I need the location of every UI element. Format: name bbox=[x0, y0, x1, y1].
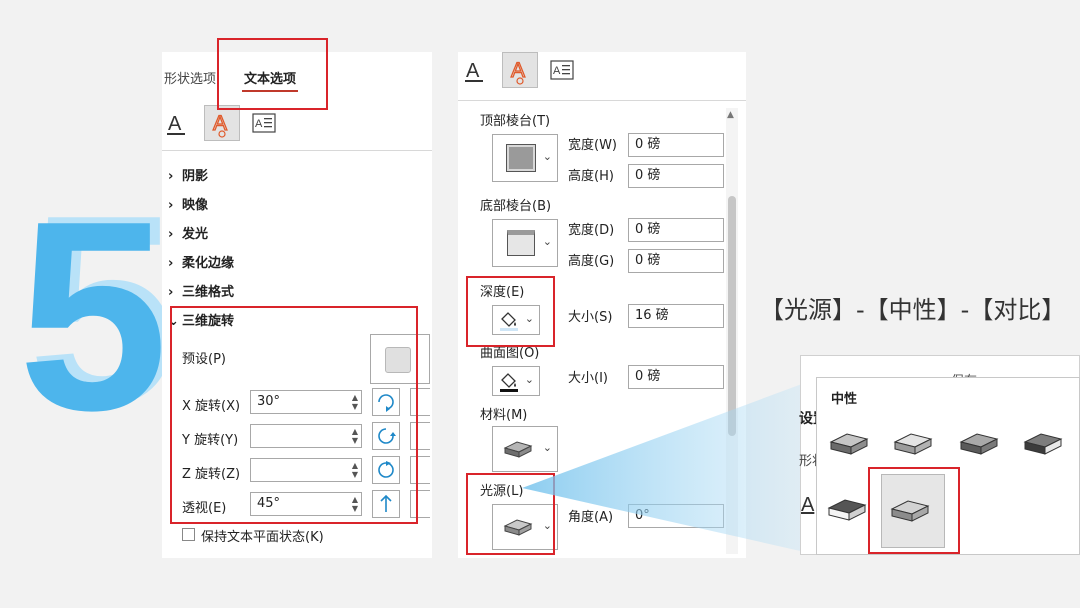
light-option-three-point[interactable] bbox=[827, 426, 877, 466]
height-h-input[interactable]: 0 磅 bbox=[628, 164, 724, 188]
bevel-preview bbox=[506, 144, 536, 172]
svg-text:A: A bbox=[466, 60, 480, 82]
text-fill-outline-icon[interactable]: A bbox=[460, 54, 494, 88]
text-fill-outline-icon[interactable]: A bbox=[162, 107, 196, 141]
chevron-right-icon: › bbox=[168, 256, 174, 271]
width-w-input[interactable]: 0 磅 bbox=[628, 133, 724, 157]
size-i-value: 0 磅 bbox=[635, 369, 661, 384]
chevron-down-icon: ⌄ bbox=[542, 441, 552, 454]
height-h-label: 高度(H) bbox=[568, 169, 614, 184]
section-glow[interactable]: › 发光 bbox=[168, 223, 208, 242]
text-effects-icon[interactable]: A bbox=[204, 105, 240, 141]
section-label: 三维格式 bbox=[182, 285, 235, 300]
section-label: 映像 bbox=[182, 198, 209, 213]
highlight-lighting bbox=[466, 473, 555, 555]
size-s-input[interactable]: 16 磅 bbox=[628, 304, 724, 328]
bevel-preview bbox=[507, 230, 535, 256]
material-label: 材料(M) bbox=[480, 408, 528, 423]
bottom-bevel-label: 底部棱台(B) bbox=[480, 199, 552, 214]
angle-input[interactable]: 0° bbox=[628, 504, 724, 528]
chevron-right-icon: › bbox=[168, 285, 174, 300]
tab-shape-options[interactable]: 形状选项 bbox=[164, 68, 216, 87]
light-option-harsh[interactable] bbox=[1021, 426, 1071, 466]
material-dropdown[interactable]: ⌄ bbox=[492, 426, 558, 472]
size-s-value: 16 磅 bbox=[635, 308, 669, 323]
section-3d-format[interactable]: › 三维格式 bbox=[168, 281, 234, 300]
width-w-label: 宽度(W) bbox=[568, 138, 617, 153]
top-bevel-dropdown[interactable]: ⌄ bbox=[492, 134, 558, 182]
svg-text:A: A bbox=[255, 118, 263, 130]
material-preview-icon bbox=[503, 441, 533, 458]
light-option-soft[interactable] bbox=[957, 426, 1007, 466]
angle-value: 0° bbox=[635, 508, 650, 523]
step-number-front: 5 bbox=[18, 166, 169, 467]
bottom-bevel-dropdown[interactable]: ⌄ bbox=[492, 219, 558, 267]
contour-color-dropdown[interactable]: ⌄ bbox=[492, 366, 540, 396]
callout-instruction: 【光源】-【中性】-【对比】 bbox=[760, 296, 1066, 324]
section-label: 发光 bbox=[182, 227, 209, 242]
chevron-down-icon: ⌄ bbox=[542, 150, 552, 163]
size-i-label: 大小(I) bbox=[568, 371, 608, 386]
scrollbar-track[interactable]: ▲ bbox=[726, 108, 738, 554]
scrollbar-thumb[interactable] bbox=[728, 196, 736, 436]
width-d-input[interactable]: 0 磅 bbox=[628, 218, 724, 242]
size-i-input[interactable]: 0 磅 bbox=[628, 365, 724, 389]
divider bbox=[162, 150, 432, 151]
height-g-label: 高度(G) bbox=[568, 254, 615, 269]
textbox-icon[interactable]: A bbox=[248, 107, 282, 141]
angle-label: 角度(A) bbox=[568, 510, 614, 525]
svg-text:A: A bbox=[553, 65, 561, 77]
height-g-input[interactable]: 0 磅 bbox=[628, 249, 724, 273]
svg-text:A: A bbox=[168, 113, 182, 135]
height-h-value: 0 磅 bbox=[635, 168, 661, 183]
section-reflection[interactable]: › 映像 bbox=[168, 194, 208, 213]
highlight-3d-rotation bbox=[170, 306, 418, 524]
highlight-contrasting-option bbox=[868, 467, 960, 554]
step-number: 5 5 bbox=[18, 176, 178, 452]
chevron-right-icon: › bbox=[168, 169, 174, 184]
height-g-value: 0 磅 bbox=[635, 253, 661, 268]
section-label: 阴影 bbox=[182, 169, 209, 184]
width-w-value: 0 磅 bbox=[635, 137, 661, 152]
width-d-label: 宽度(D) bbox=[568, 223, 615, 238]
width-d-value: 0 磅 bbox=[635, 222, 661, 237]
keep-flat-label: 保持文本平面状态(K) bbox=[201, 530, 324, 545]
top-bevel-label: 顶部棱台(T) bbox=[480, 114, 551, 129]
section-soft-edges[interactable]: › 柔化边缘 bbox=[168, 252, 234, 271]
paint-bucket-icon bbox=[500, 373, 518, 392]
keep-flat-checkbox[interactable] bbox=[182, 528, 195, 541]
chevron-right-icon: › bbox=[168, 198, 174, 213]
section-label: 柔化边缘 bbox=[182, 256, 235, 271]
gallery-category-neutral: 中性 bbox=[831, 392, 858, 407]
textbox-icon[interactable]: A bbox=[546, 54, 580, 88]
section-shadow[interactable]: › 阴影 bbox=[168, 165, 208, 184]
divider bbox=[458, 100, 746, 101]
highlight-depth bbox=[466, 276, 555, 347]
light-option-balanced[interactable] bbox=[891, 426, 941, 466]
chevron-down-icon: ⌄ bbox=[542, 235, 552, 248]
text-effects-icon[interactable]: A bbox=[502, 52, 538, 88]
highlight-text-options-tab bbox=[217, 38, 328, 110]
size-s-label: 大小(S) bbox=[568, 310, 613, 325]
chevron-down-icon: ⌄ bbox=[524, 373, 534, 386]
bg-fragment-font-icon: A bbox=[801, 494, 815, 516]
chevron-right-icon: › bbox=[168, 227, 174, 242]
scroll-up-arrow-icon[interactable]: ▲ bbox=[727, 110, 734, 120]
